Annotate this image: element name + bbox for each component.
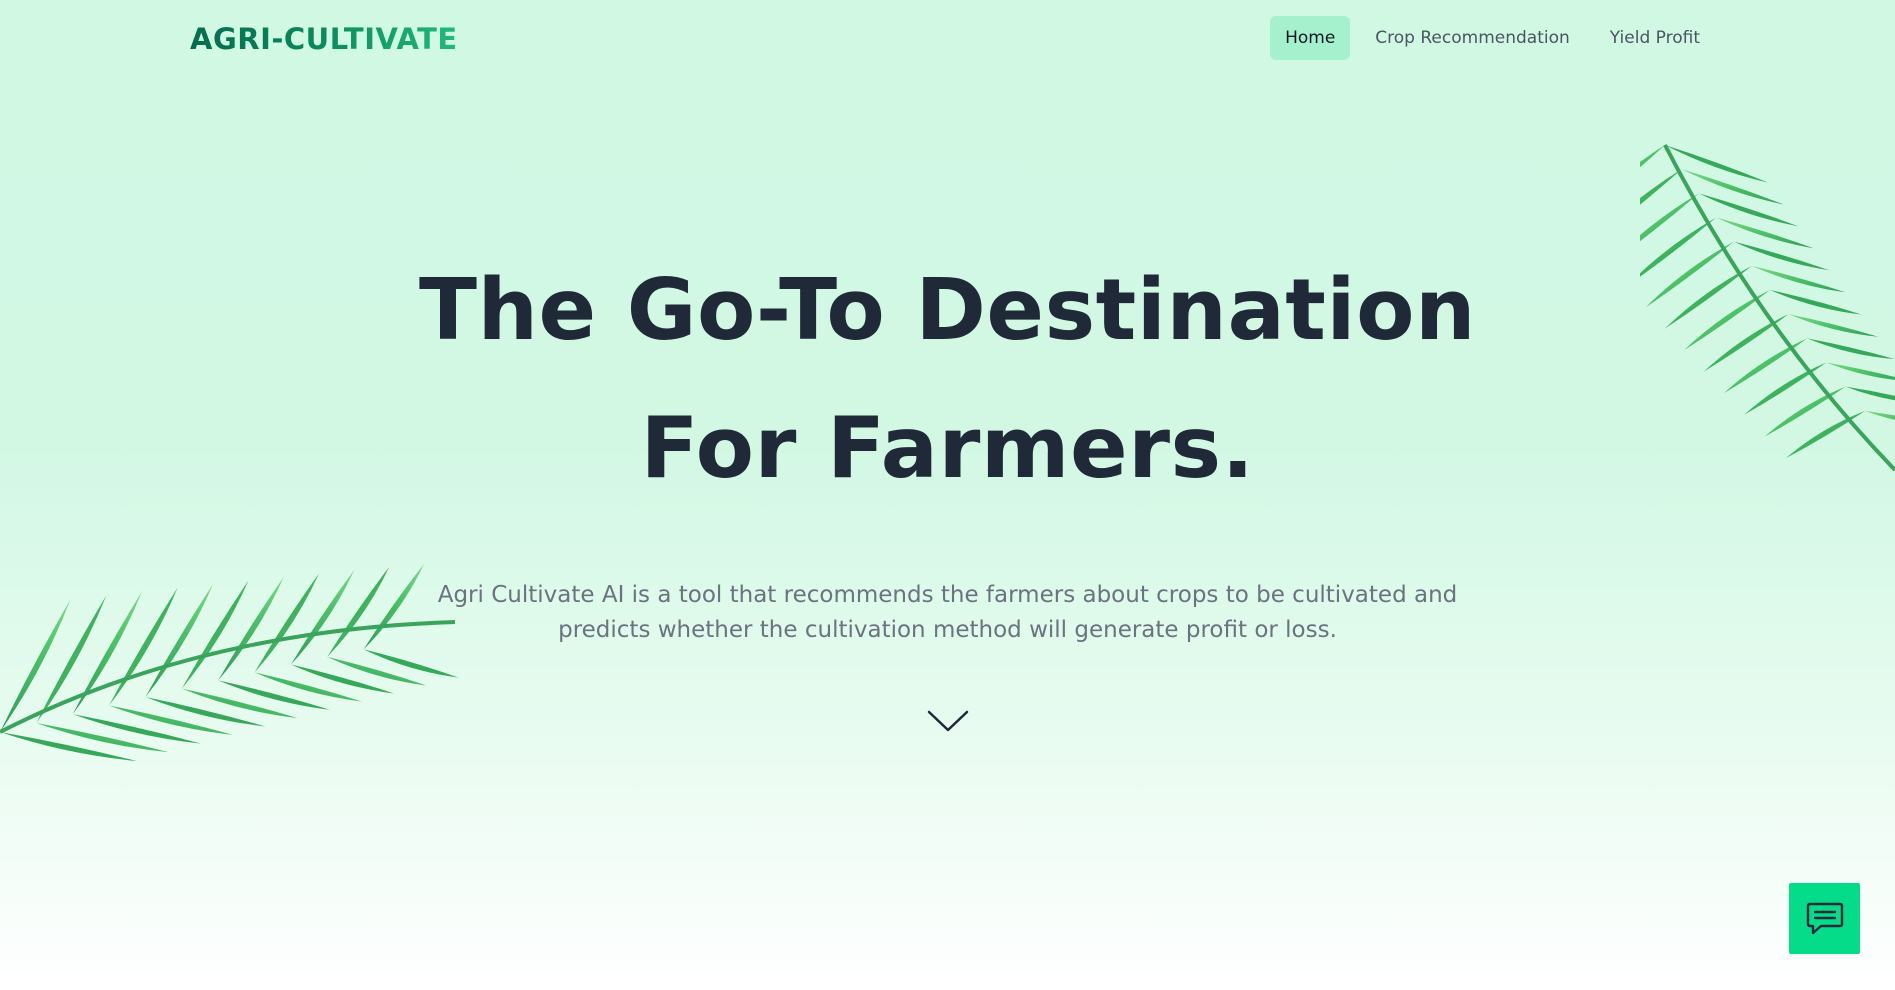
navbar: AGRI-CULTIVATE Home Crop Recommendation … bbox=[0, 0, 1895, 80]
palm-leaf-left-decoration bbox=[0, 564, 459, 762]
nav-links: Home Crop Recommendation Yield Profit bbox=[1270, 16, 1715, 60]
chevron-down-icon[interactable] bbox=[926, 706, 970, 736]
hero-title-line-2: For Farmers. bbox=[640, 399, 1255, 498]
hero-description: Agri Cultivate AI is a tool that recomme… bbox=[437, 582, 1458, 643]
nav-link-crop-recommendation[interactable]: Crop Recommendation bbox=[1360, 16, 1584, 60]
nav-link-home[interactable]: Home bbox=[1270, 16, 1351, 60]
nav-link-yield-profit[interactable]: Yield Profit bbox=[1595, 16, 1715, 60]
hero-title-line-1: The Go-To Destination bbox=[419, 261, 1476, 360]
chat-icon bbox=[1806, 902, 1843, 934]
brand-logo[interactable]: AGRI-CULTIVATE bbox=[190, 22, 458, 56]
chat-button[interactable] bbox=[1789, 883, 1860, 954]
hero-title: The Go-To Destination For Farmers. bbox=[0, 242, 1895, 518]
